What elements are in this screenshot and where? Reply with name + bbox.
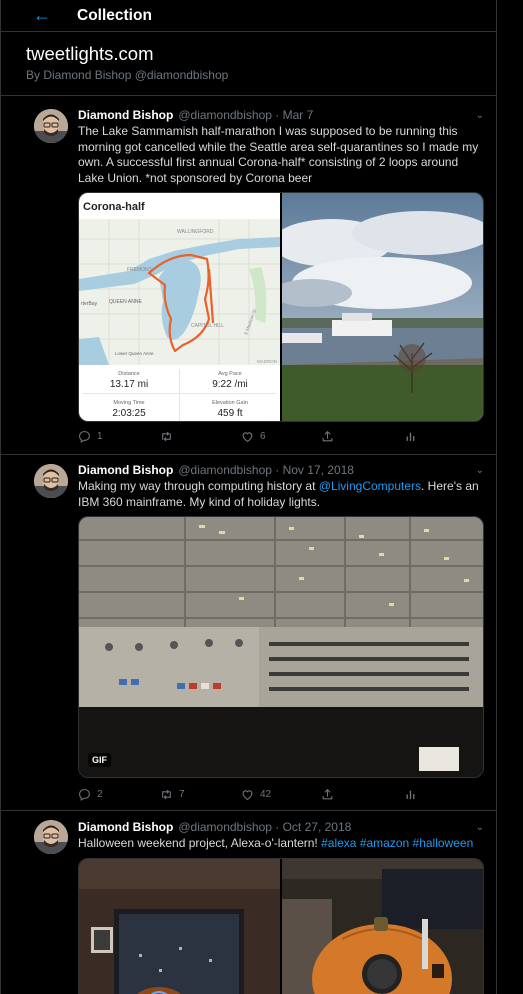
stat-value-pace: 9:22 /mi	[212, 379, 248, 390]
tweet-header: Diamond Bishop @diamondbishop · Nov 17, …	[78, 463, 484, 477]
gif-badge: GIF	[88, 753, 111, 767]
map-label: rterBay	[81, 301, 98, 307]
reply-icon	[79, 789, 90, 801]
tweet-media[interactable]: Corona-half WALLINGFORD FREMONT QUEEN AN…	[78, 192, 484, 422]
map-title: Corona-half	[83, 201, 145, 213]
reply-button[interactable]: 1	[78, 430, 103, 443]
analytics-button[interactable]	[404, 430, 417, 443]
tweet-actions: 1 6	[78, 430, 484, 448]
tweet-text: The Lake Sammamish half-marathon I was s…	[78, 124, 479, 185]
author-name[interactable]: Diamond Bishop	[78, 463, 173, 477]
retweet-button[interactable]: 7	[160, 788, 185, 801]
reply-button[interactable]: 2	[78, 788, 103, 801]
author-name[interactable]: Diamond Bishop	[78, 820, 173, 834]
author-name[interactable]: Diamond Bishop	[78, 108, 173, 122]
retweet-button[interactable]	[160, 430, 179, 443]
reply-count: 1	[97, 431, 103, 442]
mention-link[interactable]: @LivingComputers	[319, 479, 421, 493]
chevron-down-icon[interactable]: ⌄	[476, 465, 484, 476]
like-count: 42	[260, 789, 272, 800]
mainframe-photo	[79, 517, 483, 777]
stat-label-time: Moving Time	[113, 400, 145, 406]
hashtag-link[interactable]: #alexa	[321, 836, 356, 850]
main-column: ← Collection tweetlights.com By Diamond …	[0, 0, 497, 994]
reply-count: 2	[97, 789, 103, 800]
map-label: QUEEN ANNE	[109, 299, 142, 305]
back-arrow-icon[interactable]: ←	[33, 5, 77, 26]
tweet-2[interactable]: Diamond Bishop @diamondbishop · Nov 17, …	[1, 455, 496, 811]
share-button[interactable]	[321, 430, 334, 443]
like-icon	[242, 790, 253, 801]
separator-dot: ·	[271, 463, 283, 477]
chevron-down-icon[interactable]: ⌄	[476, 822, 484, 833]
tweet-text-body: Halloween weekend project, Alexa-o'-lant…	[78, 836, 322, 850]
tweet-1[interactable]: Diamond Bishop @diamondbishop · Mar 7 ⌄ …	[1, 99, 496, 455]
share-button[interactable]	[321, 788, 334, 801]
analytics-button[interactable]	[404, 788, 417, 801]
tweet-media[interactable]	[78, 858, 484, 994]
like-button[interactable]: 6	[241, 430, 266, 443]
map-label: Lower Queen Anne	[115, 351, 154, 356]
tweet-header: Diamond Bishop @diamondbishop · Oct 27, …	[78, 820, 484, 834]
separator-dot: ·	[271, 108, 283, 122]
map-label: CAPITOL HILL	[191, 323, 224, 329]
top-header: ← Collection	[1, 0, 496, 32]
tweet-date[interactable]: Mar 7	[283, 108, 314, 122]
pumpkin-photo-right[interactable]	[282, 859, 484, 994]
share-icon	[322, 788, 333, 800]
author-handle[interactable]: @diamondbishop	[178, 820, 272, 834]
analytics-icon	[406, 790, 415, 799]
tweet-media-gif[interactable]: GIF	[78, 516, 484, 778]
stat-value-time: 2:03:25	[112, 408, 146, 419]
tweet-3[interactable]: Diamond Bishop @diamondbishop · Oct 27, …	[1, 811, 496, 994]
chevron-down-icon[interactable]: ⌄	[476, 110, 484, 121]
retweet-icon	[162, 789, 171, 800]
tweet-text: Making my way through computing history …	[78, 479, 483, 510]
map-graphic: WALLINGFORD FREMONT QUEEN ANNE rterBay C…	[79, 219, 280, 365]
like-count: 6	[260, 431, 266, 442]
hashtag-link[interactable]: #amazon	[360, 836, 409, 850]
stat-label-distance: Distance	[118, 371, 140, 377]
pumpkin-photo-left[interactable]	[79, 859, 280, 994]
collection-title[interactable]: tweetlights.com	[26, 43, 496, 65]
tweet-header: Diamond Bishop @diamondbishop · Mar 7 ⌄	[78, 108, 484, 122]
stat-value-elevation: 459 ft	[217, 408, 243, 419]
tweet-date[interactable]: Nov 17, 2018	[283, 463, 354, 477]
stat-label-elevation: Elevation Gain	[212, 400, 248, 406]
map-label: WALLINGFORD	[177, 229, 214, 235]
stat-label-pace: Avg Pace	[218, 371, 242, 377]
strava-map-image[interactable]: Corona-half WALLINGFORD FREMONT QUEEN AN…	[79, 193, 280, 421]
avatar[interactable]	[34, 464, 68, 498]
reply-icon	[79, 431, 90, 443]
tweet-date[interactable]: Oct 27, 2018	[283, 820, 352, 834]
avatar[interactable]	[34, 109, 68, 143]
share-icon	[322, 430, 333, 442]
tweet-text-start: Making my way through computing history …	[78, 479, 319, 493]
map-label: FREMONT	[127, 267, 152, 273]
stat-value-distance: 13.17 mi	[109, 379, 149, 390]
hashtag-link[interactable]: #halloween	[413, 836, 474, 850]
author-handle[interactable]: @diamondbishop	[178, 463, 272, 477]
collection-info: tweetlights.com By Diamond Bishop @diamo…	[1, 32, 496, 96]
tweet-text: Halloween weekend project, Alexa-o'-lant…	[78, 836, 483, 852]
map-label: MADRON	[257, 359, 277, 364]
author-handle[interactable]: @diamondbishop	[178, 108, 272, 122]
separator-dot: ·	[271, 820, 283, 834]
retweet-count: 7	[179, 789, 185, 800]
analytics-icon	[406, 432, 415, 441]
retweet-icon	[162, 431, 171, 442]
like-button[interactable]: 42	[241, 788, 271, 801]
collection-byline: By Diamond Bishop @diamondbishop	[26, 68, 229, 82]
page-title: Collection	[77, 6, 152, 24]
tweet-actions: 2 7 42	[78, 788, 484, 806]
avatar[interactable]	[34, 820, 68, 854]
like-icon	[242, 432, 253, 443]
lake-photo[interactable]	[282, 193, 484, 422]
